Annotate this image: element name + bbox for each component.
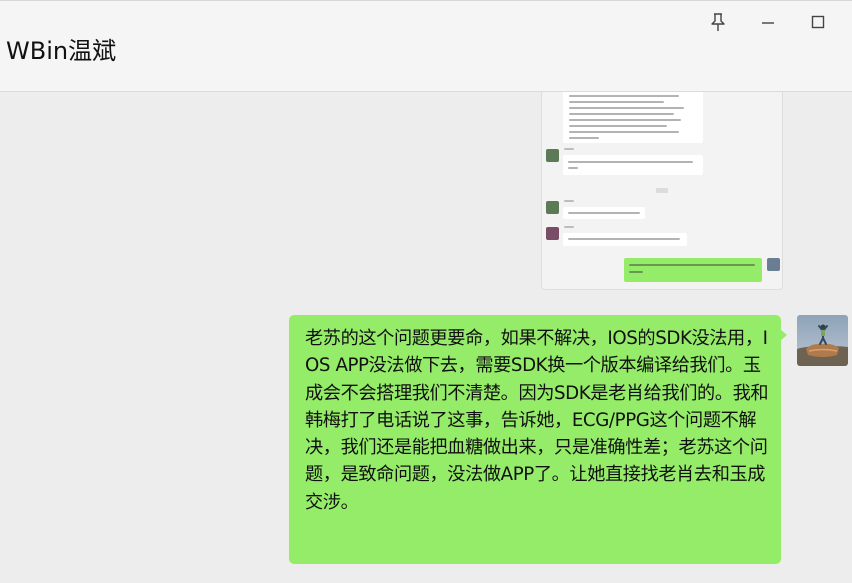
maximize-button[interactable] (805, 9, 831, 35)
image-avatar (767, 258, 780, 271)
chat-title: WBin温斌 (6, 37, 117, 65)
image-avatar (546, 227, 559, 240)
message-list[interactable]: 老苏的这个问题更要命，如果不解决，IOS的SDK没法用，IOS APP没法做下去… (0, 92, 852, 583)
image-bubble (563, 233, 687, 246)
image-avatar (546, 201, 559, 214)
image-bubble (563, 92, 703, 143)
avatar-image (797, 315, 848, 366)
maximize-icon (811, 15, 825, 29)
message-bubble[interactable]: 老苏的这个问题更要命，如果不解决，IOS的SDK没法用，IOS APP没法做下去… (289, 315, 787, 564)
image-bubble (563, 155, 703, 175)
chat-window: WBin温斌 老苏的这个问题更要命，如果不解决，IOS的SDK没法用，IOS A… (0, 0, 852, 583)
image-bubble-self (624, 258, 762, 282)
pin-icon (711, 13, 725, 31)
minimize-button[interactable] (755, 9, 781, 35)
pin-button[interactable] (705, 9, 731, 35)
image-avatar (546, 149, 559, 162)
title-bar: WBin温斌 (0, 0, 852, 92)
self-avatar[interactable] (797, 315, 848, 366)
chat-screenshot-image[interactable] (541, 92, 783, 290)
minimize-icon (762, 22, 774, 24)
image-bubble (563, 207, 645, 219)
